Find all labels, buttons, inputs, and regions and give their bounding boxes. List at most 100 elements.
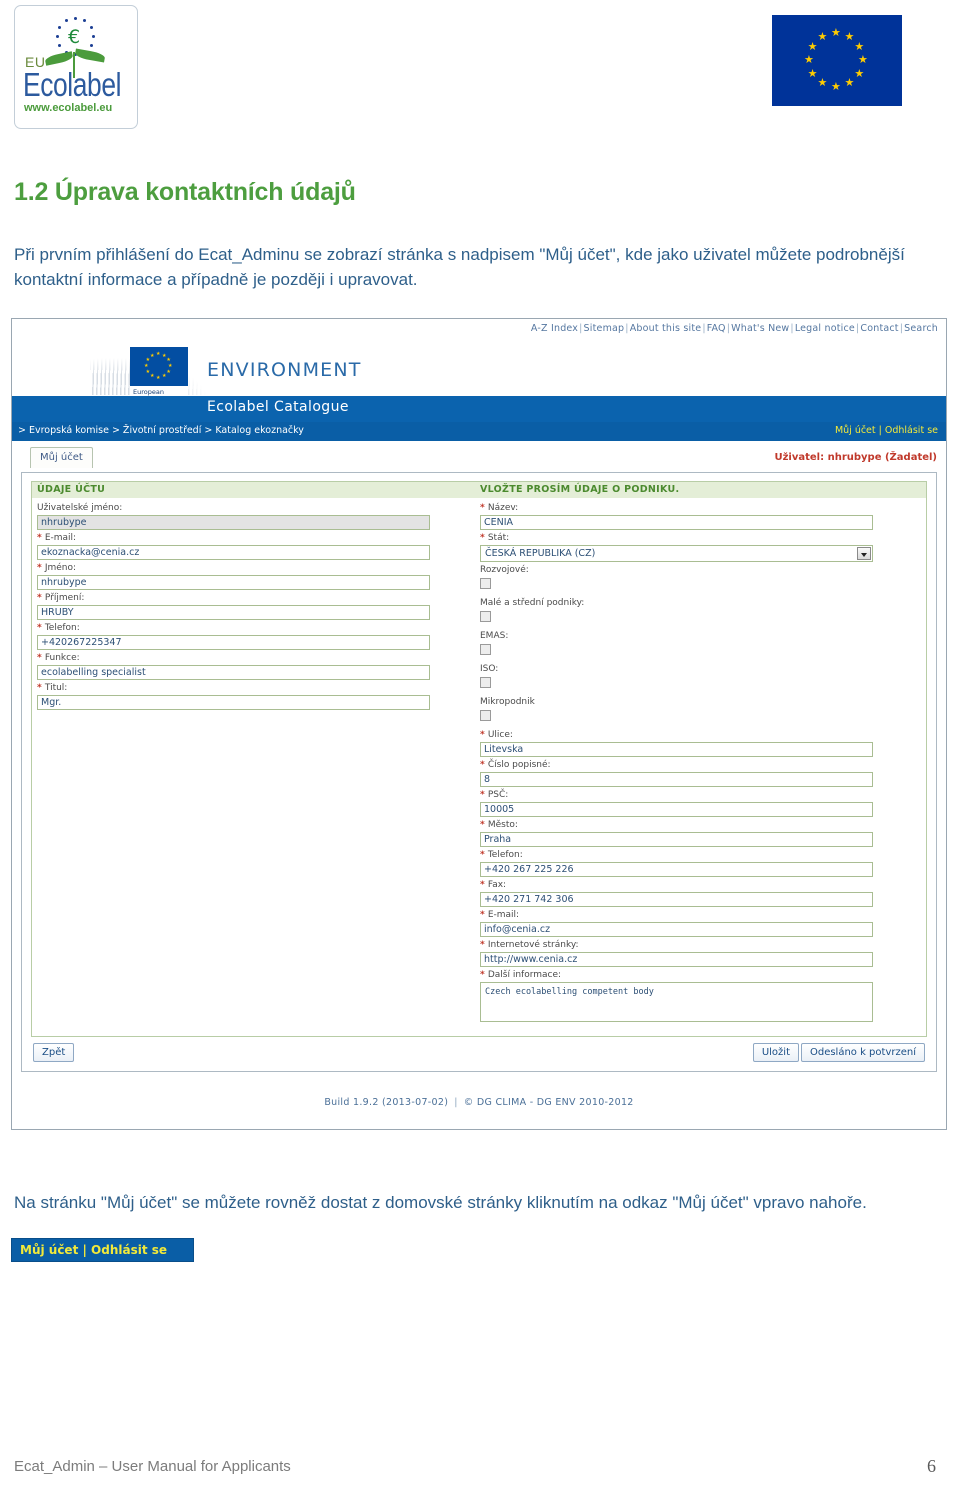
- eu-star-icon: ★: [858, 53, 868, 66]
- logged-in-user-info: Uživatel: nhrubype (Žadatel): [774, 452, 937, 463]
- application-screenshot: A-Z Index|Sitemap|About this site|FAQ|Wh…: [11, 318, 947, 1130]
- iso-checkbox[interactable]: [480, 677, 491, 688]
- rozvojove-checkbox[interactable]: [480, 578, 491, 589]
- ecolabel-url-text: www.ecolabel.eu: [24, 102, 113, 114]
- more-information-textarea[interactable]: [480, 982, 873, 1022]
- mikropodnik-checkbox[interactable]: [480, 710, 491, 721]
- company-telefon-input[interactable]: [480, 862, 873, 877]
- site-subtitle: Ecolabel Catalogue: [207, 399, 349, 415]
- field-label: * Telefon:: [480, 850, 523, 860]
- required-asterisk: *: [480, 760, 488, 770]
- eu-star-icon: ★: [807, 66, 818, 80]
- field-label: ISO:: [480, 664, 499, 674]
- company-e-mail-input[interactable]: [480, 922, 873, 937]
- top-nav-link[interactable]: Contact: [860, 323, 898, 334]
- required-asterisk: *: [37, 653, 45, 663]
- company-cislo-popisne-input[interactable]: [480, 772, 873, 787]
- top-nav-link[interactable]: Legal notice: [795, 323, 855, 334]
- company-details-column: * Název: * Stát: ČESKÁ REPUBLIKA (CZ) Rozvo…: [480, 502, 910, 1024]
- account-form-inner: ÚDAJE ÚČTU VLOŽTE PROSÍM ÚDAJE O PODNIKU…: [31, 481, 927, 1037]
- company-internetove-stranky-input[interactable]: [480, 952, 873, 967]
- top-nav-link[interactable]: Search: [904, 323, 938, 334]
- eu-star-icon: ★: [817, 29, 828, 43]
- eu-star-icon: ★: [804, 53, 814, 66]
- form-field: * Číslo popisné:: [480, 759, 910, 787]
- eu-star-icon: ★: [854, 66, 865, 80]
- section-headers: ÚDAJE ÚČTU VLOŽTE PROSÍM ÚDAJE O PODNIKU…: [32, 482, 926, 498]
- eu-star-icon: ★: [831, 80, 841, 93]
- top-nav-link[interactable]: FAQ: [707, 323, 726, 334]
- form-field: * PSČ:: [480, 789, 910, 817]
- required-asterisk: *: [480, 880, 488, 890]
- field-label: * Příjmení:: [37, 593, 85, 603]
- top-nav-link[interactable]: A-Z Index: [531, 323, 578, 334]
- eu-star-icon: ★: [844, 76, 855, 90]
- eu-star-icon: ★: [817, 76, 828, 90]
- top-nav-link[interactable]: Sitemap: [584, 323, 625, 334]
- ecolabel-star-dot: [83, 19, 86, 23]
- back-button[interactable]: Zpět: [33, 1043, 75, 1062]
- save-button[interactable]: Uložit: [752, 1043, 799, 1062]
- eu-star-icon: ★: [150, 352, 155, 359]
- company-name-input[interactable]: [480, 515, 873, 530]
- company-psc-input[interactable]: [480, 802, 873, 817]
- ecolabel-star-dot: [92, 35, 95, 38]
- funkce-input[interactable]: [37, 665, 430, 680]
- european-commission-flag-icon: ★ ★ ★ ★ ★ ★ ★ ★ ★ ★ ★ ★: [130, 347, 188, 386]
- jmeno-input[interactable]: [37, 575, 430, 590]
- field-label: * Jméno:: [37, 563, 77, 573]
- form-field: * Město:: [480, 819, 910, 847]
- footer-separator: |: [454, 1097, 458, 1108]
- ecolabel-star-dot: [58, 26, 62, 29]
- account-links[interactable]: Můj účet | Odhlásit se: [835, 425, 938, 436]
- field-label: EMAS:: [480, 631, 509, 641]
- telefon-input[interactable]: [37, 635, 430, 650]
- breadcrumb[interactable]: > Evropská komise > Životní prostředí > …: [18, 425, 304, 436]
- required-asterisk: *: [37, 683, 45, 693]
- form-field: * Fax:: [480, 879, 910, 907]
- section-title-company: VLOŽTE PROSÍM ÚDAJE O PODNIKU.: [480, 484, 680, 495]
- top-nav-link[interactable]: About this site: [630, 323, 702, 334]
- tab-my-account[interactable]: Můj účet: [30, 447, 93, 468]
- ecolabel-star-dot: [65, 19, 68, 23]
- company-ulice-input[interactable]: [480, 742, 873, 757]
- required-asterisk: *: [480, 910, 488, 920]
- prijmeni-input[interactable]: [37, 605, 430, 620]
- country-select[interactable]: ČESKÁ REPUBLIKA (CZ): [480, 545, 873, 562]
- ecolabel-wordmark: Ecolabel: [23, 66, 122, 103]
- checkbox-field: Rozvojové:: [480, 564, 910, 589]
- male-a-stredni-podniky-checkbox[interactable]: [480, 611, 491, 622]
- titul-input[interactable]: [37, 695, 430, 710]
- submit-for-confirmation-button[interactable]: Odesláno k potvrzení: [800, 1043, 925, 1062]
- ecolabel-star-dot: [89, 44, 93, 47]
- footer-build: Build 1.9.2 (2013-07-02): [324, 1097, 449, 1108]
- eu-star-icon: ★: [807, 39, 818, 53]
- footer-copyright: © DG CLIMA - DG ENV 2010-2012: [463, 1097, 634, 1108]
- company-mesto-input[interactable]: [480, 832, 873, 847]
- ecolabel-star-dot: [89, 26, 93, 29]
- e-mail-input[interactable]: [37, 545, 430, 560]
- required-asterisk: *: [37, 593, 45, 603]
- checkbox-field: Malé a střední podniky:: [480, 597, 910, 622]
- company-fax-input[interactable]: [480, 892, 873, 907]
- checkbox-field: EMAS:: [480, 630, 910, 655]
- field-label: * Město:: [480, 820, 518, 830]
- ecolabel-leaf-left: [44, 51, 74, 66]
- required-asterisk: *: [480, 940, 488, 950]
- eu-star-icon: ★: [844, 29, 855, 43]
- field-label: Uživatelské jméno:: [37, 503, 123, 513]
- outro-paragraph: Na stránku "Můj účet" se můžete rovněž d…: [14, 1193, 867, 1212]
- emas-checkbox[interactable]: [480, 644, 491, 655]
- top-nav-link[interactable]: What's New: [731, 323, 789, 334]
- form-field: * Ulice:: [480, 729, 910, 757]
- required-asterisk: *: [480, 970, 488, 980]
- snippet-text: Můj účet | Odhlásit se: [20, 1243, 168, 1257]
- field-label: * Titul:: [37, 683, 68, 693]
- eu-flag-image: ★ ★ ★ ★ ★ ★ ★ ★ ★ ★ ★ ★: [772, 15, 902, 106]
- ecolabel-euro-icon: €: [68, 26, 81, 48]
- required-asterisk: *: [480, 790, 488, 800]
- chevron-down-icon[interactable]: [857, 547, 871, 560]
- form-field: * Další informace:: [480, 969, 910, 1022]
- ecolabel-star-dot: [56, 35, 59, 38]
- form-field: * E-mail:: [37, 532, 467, 560]
